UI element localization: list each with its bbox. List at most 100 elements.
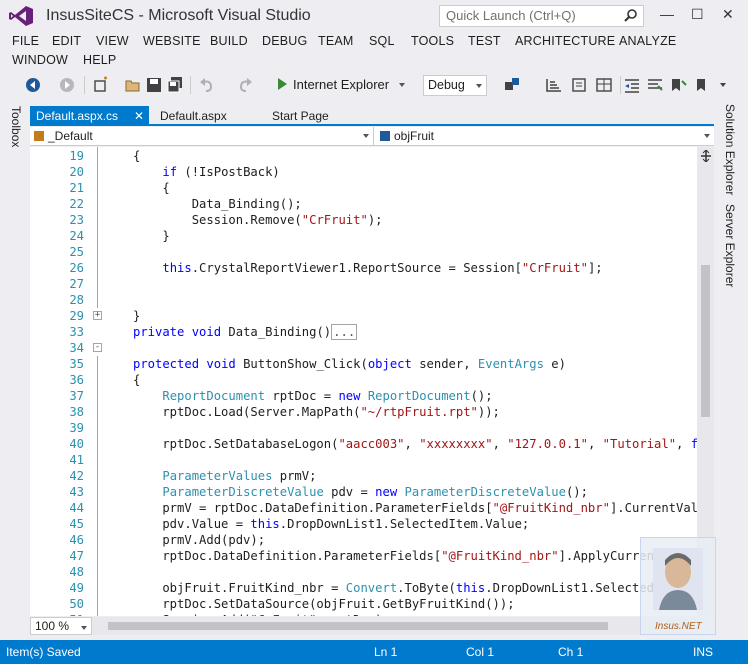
solution-explorer-tab[interactable]: Solution Explorer [723, 104, 737, 195]
line-number: 51 [50, 612, 84, 616]
menu-sql[interactable]: SQL [369, 34, 395, 48]
code-line[interactable]: 40 rptDoc.SetDatabaseLogon("aacc003", "x… [30, 436, 714, 452]
code-line[interactable]: 25 [30, 244, 700, 260]
menu-bar: FILE EDIT VIEW WEBSITE BUILD DEBUG TEAM … [0, 32, 748, 70]
attach-process-icon[interactable] [503, 76, 521, 94]
split-window-icon[interactable] [700, 150, 712, 162]
code-line[interactable]: 39 [30, 420, 700, 436]
line-number: 43 [69, 485, 84, 499]
code-line[interactable]: 51 Session.Add("CrFruit", rptDoc); [30, 612, 700, 616]
minimize-button[interactable]: — [660, 6, 674, 22]
code-line[interactable]: 23 Session.Remove("CrFruit"); [30, 212, 700, 228]
menu-team[interactable]: TEAM [318, 34, 354, 48]
code-line[interactable]: 34- [30, 340, 700, 356]
zoom-value: 100 % [35, 619, 70, 633]
bookmark-prev-icon[interactable] [692, 76, 710, 94]
menu-test[interactable]: TEST [468, 34, 501, 48]
tab-default-aspx[interactable]: Default.aspx [154, 106, 254, 126]
code-line[interactable]: 36 { [30, 372, 700, 388]
table-icon[interactable] [595, 76, 613, 94]
format-document-icon[interactable] [570, 76, 588, 94]
toolbar-overflow-icon[interactable] [714, 76, 732, 94]
navigation-bar: _Default objFruit [30, 127, 714, 146]
horizontal-scroll-thumb[interactable] [108, 622, 608, 630]
menu-edit[interactable]: EDIT [52, 34, 81, 48]
code-line[interactable]: 49 objFruit.FruitKind_nbr = Convert.ToBy… [30, 580, 714, 596]
code-line[interactable]: 20 if (!IsPostBack) [30, 164, 700, 180]
zoom-select[interactable]: 100 % [30, 617, 92, 635]
code-line[interactable]: 38 rptDoc.Load(Server.MapPath("~/rtpFrui… [30, 404, 700, 420]
code-text: protected void ButtonShow_Click(object s… [133, 357, 566, 371]
menu-analyze[interactable]: ANALYZE [619, 34, 676, 48]
line-number: 25 [69, 245, 84, 259]
redo-icon[interactable] [236, 76, 254, 94]
code-line[interactable]: 28 [30, 292, 700, 308]
forward-icon[interactable] [58, 76, 76, 94]
class-icon [34, 131, 44, 141]
undo-icon[interactable] [198, 76, 216, 94]
line-number: 22 [69, 197, 84, 211]
menu-debug[interactable]: DEBUG [262, 34, 307, 48]
watermark: Insus.NET [640, 537, 716, 635]
open-file-icon[interactable] [124, 76, 142, 94]
menu-help[interactable]: HELP [83, 53, 116, 67]
code-line[interactable]: 24 } [30, 228, 700, 244]
menu-website[interactable]: WEBSITE [143, 34, 201, 48]
chevron-down-icon [363, 134, 369, 138]
vertical-scroll-thumb[interactable] [701, 265, 710, 417]
code-line[interactable]: 33 private void Data_Binding()... [30, 324, 700, 340]
code-line[interactable]: 35 protected void ButtonShow_Click(object… [30, 356, 700, 372]
code-text: rptDoc.SetDataSource(objFruit.GetByFruit… [133, 597, 515, 611]
code-line[interactable]: 22 Data_Binding(); [30, 196, 700, 212]
code-line[interactable]: 47 rptDoc.DataDefinition.ParameterFields… [30, 548, 714, 564]
code-line[interactable]: 27 [30, 276, 700, 292]
line-number: 20 [69, 165, 84, 179]
start-debugging-button[interactable]: Internet Explorer [278, 77, 405, 92]
toolbox-tab[interactable]: Toolbox [9, 106, 23, 147]
code-text: ParameterDiscreteValue pdv = new Paramet… [162, 485, 588, 499]
code-line[interactable]: 45 pdv.Value = this.DropDownList1.Select… [30, 516, 700, 532]
code-line[interactable]: 26 this.CrystalReportViewer1.ReportSourc… [30, 260, 700, 276]
code-line[interactable]: 19 { [30, 148, 700, 164]
save-all-icon[interactable] [166, 76, 184, 94]
tab-start-page[interactable]: Start Page [266, 106, 346, 126]
back-icon[interactable] [24, 76, 42, 94]
quick-launch-input[interactable]: Quick Launch (Ctrl+Q) [439, 5, 644, 27]
server-explorer-tab[interactable]: Server Explorer [723, 204, 737, 287]
code-line[interactable]: 44 prmV = rptDoc.DataDefinition.Paramete… [30, 500, 714, 516]
member-select[interactable]: objFruit [376, 127, 714, 146]
code-line[interactable]: 42 ParameterValues prmV; [30, 468, 700, 484]
code-line[interactable]: 37 ReportDocument rptDoc = new ReportDoc… [30, 388, 700, 404]
code-line[interactable]: 46 prmV.Add(pdv); [30, 532, 700, 548]
code-line[interactable]: 21 { [30, 180, 700, 196]
outdent-icon[interactable] [623, 76, 641, 94]
save-icon[interactable] [145, 76, 163, 94]
comment-icon[interactable] [646, 76, 664, 94]
bookmark-icon[interactable] [669, 76, 687, 94]
menu-window[interactable]: WINDOW [12, 53, 68, 67]
menu-build[interactable]: BUILD [210, 34, 248, 48]
close-icon[interactable]: ✕ [134, 109, 144, 123]
collapse-icon[interactable]: - [93, 343, 102, 352]
code-line[interactable]: 29 +} [30, 308, 700, 324]
line-number: 27 [69, 277, 84, 291]
class-view-icon[interactable] [545, 76, 563, 94]
maximize-button[interactable]: ☐ [691, 6, 704, 23]
menu-tools[interactable]: TOOLS [411, 34, 454, 48]
title-bar: InsusSiteCS - Microsoft Visual Studio Qu… [0, 0, 748, 32]
class-select[interactable]: _Default [30, 127, 374, 146]
menu-view[interactable]: VIEW [96, 34, 129, 48]
close-button[interactable]: ✕ [722, 6, 734, 23]
horizontal-scrollbar[interactable] [92, 617, 697, 635]
menu-architecture[interactable]: ARCHITECTURE [515, 34, 615, 48]
tab-default-aspx-cs[interactable]: Default.aspx.cs ✕ [30, 106, 149, 126]
expand-icon[interactable]: + [93, 311, 102, 320]
new-project-icon[interactable] [92, 76, 110, 94]
code-line[interactable]: 48 [30, 564, 700, 580]
code-line[interactable]: 43 ParameterDiscreteValue pdv = new Para… [30, 484, 700, 500]
code-editor[interactable]: 19{20 if (!IsPostBack) 21 {22 Data_Bindin… [30, 147, 714, 616]
code-line[interactable]: 50 rptDoc.SetDataSource(objFruit.GetByFr… [30, 596, 700, 612]
solution-configuration-select[interactable]: Debug [423, 75, 487, 96]
code-line[interactable]: 41 [30, 452, 700, 468]
menu-file[interactable]: FILE [12, 34, 39, 48]
